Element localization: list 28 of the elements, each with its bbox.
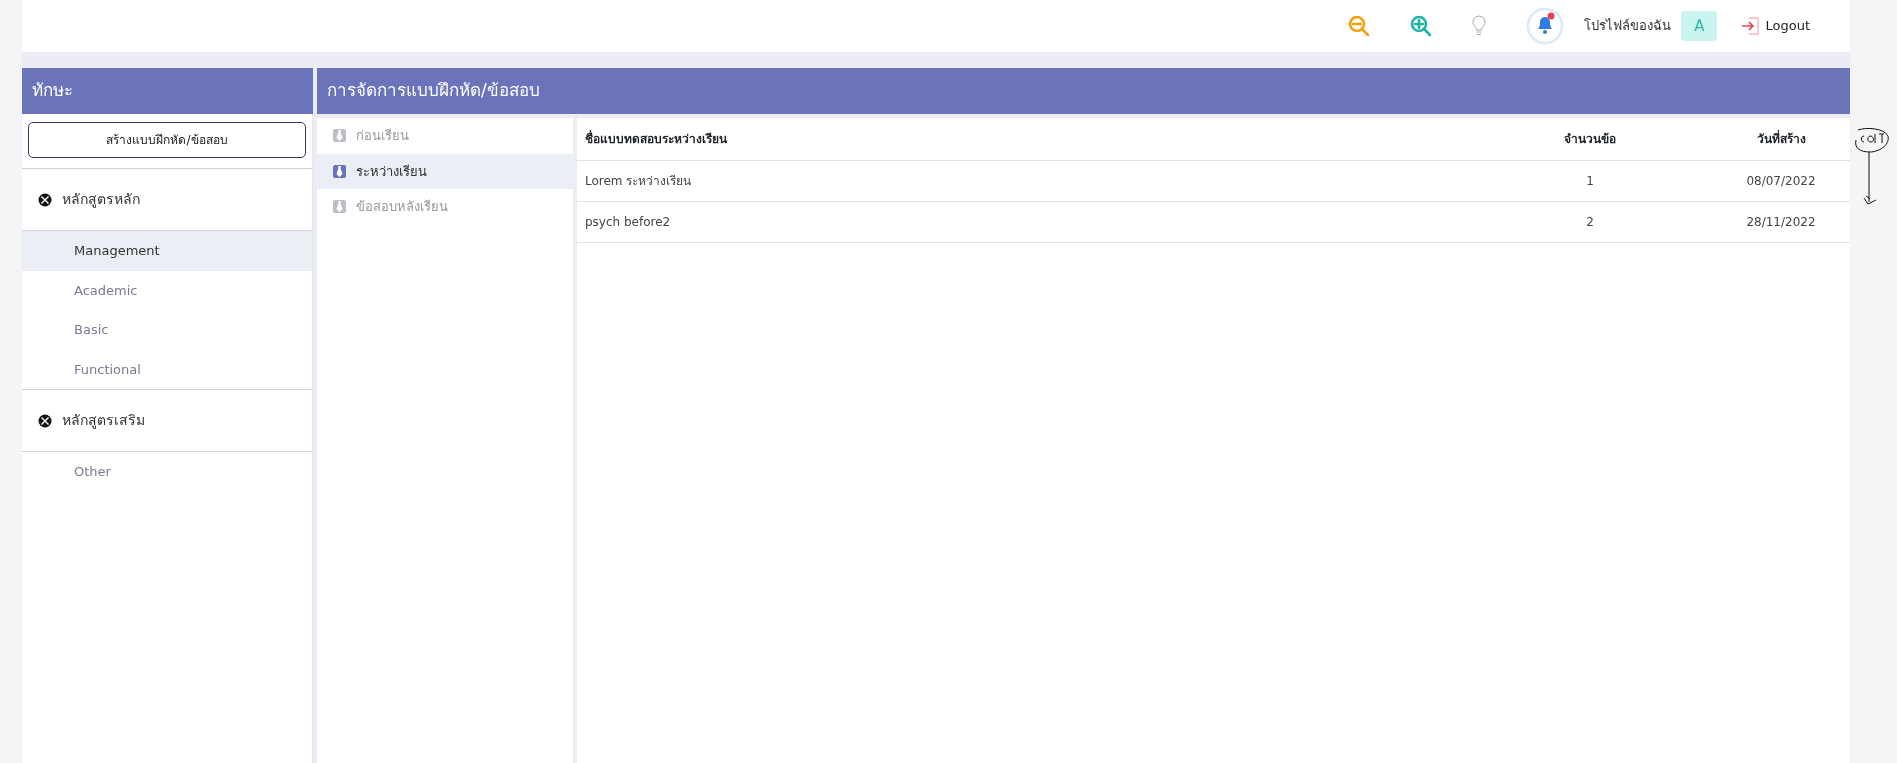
- tie-icon: [333, 129, 346, 143]
- table-cell: 08/07/2022: [1660, 160, 1850, 202]
- table-cell: psych before2: [577, 201, 1520, 243]
- zoom-out-icon[interactable]: [1348, 15, 1371, 37]
- tie-icon: [333, 164, 346, 178]
- profile-label[interactable]: โปรไฟล์ของฉัน: [1584, 16, 1672, 36]
- group-label[interactable]: หลักสูตรเสริม: [62, 410, 145, 431]
- category-item[interactable]: ระหว่างเรียน: [317, 153, 573, 189]
- sidebar-item[interactable]: Management: [22, 231, 312, 271]
- create-button[interactable]: สร้างแบบฝึกหัด/ข้อสอบ: [28, 122, 306, 158]
- column-header: จำนวนข้อ: [1520, 118, 1660, 161]
- logout-link[interactable]: Logout: [1741, 16, 1810, 36]
- table-cell: 1: [1520, 160, 1660, 202]
- group-label[interactable]: หลักสูตรหลัก: [62, 189, 140, 210]
- column-header: ชื่อแบบทดสอบระหว่างเรียน: [577, 118, 1520, 161]
- tie-icon: [333, 200, 346, 214]
- bell-icon[interactable]: [1526, 7, 1565, 45]
- table-cell: 2: [1520, 201, 1660, 243]
- logout-icon: [1741, 16, 1762, 36]
- table-cell: 28/11/2022: [1660, 201, 1850, 243]
- table-cell: Lorem ระหว่างเรียน: [577, 160, 1520, 202]
- sidebar-title: ทักษะ: [22, 68, 313, 114]
- zoom-in-icon[interactable]: [1410, 15, 1433, 37]
- column-header: วันที่สร้าง: [1660, 118, 1850, 161]
- circle-cross-icon: [38, 413, 52, 428]
- lightbulb-icon[interactable]: [1472, 15, 1487, 37]
- page-title: การจัดการแบบฝึกหัด/ข้อสอบ: [317, 68, 1850, 114]
- circle-cross-icon: [38, 192, 52, 207]
